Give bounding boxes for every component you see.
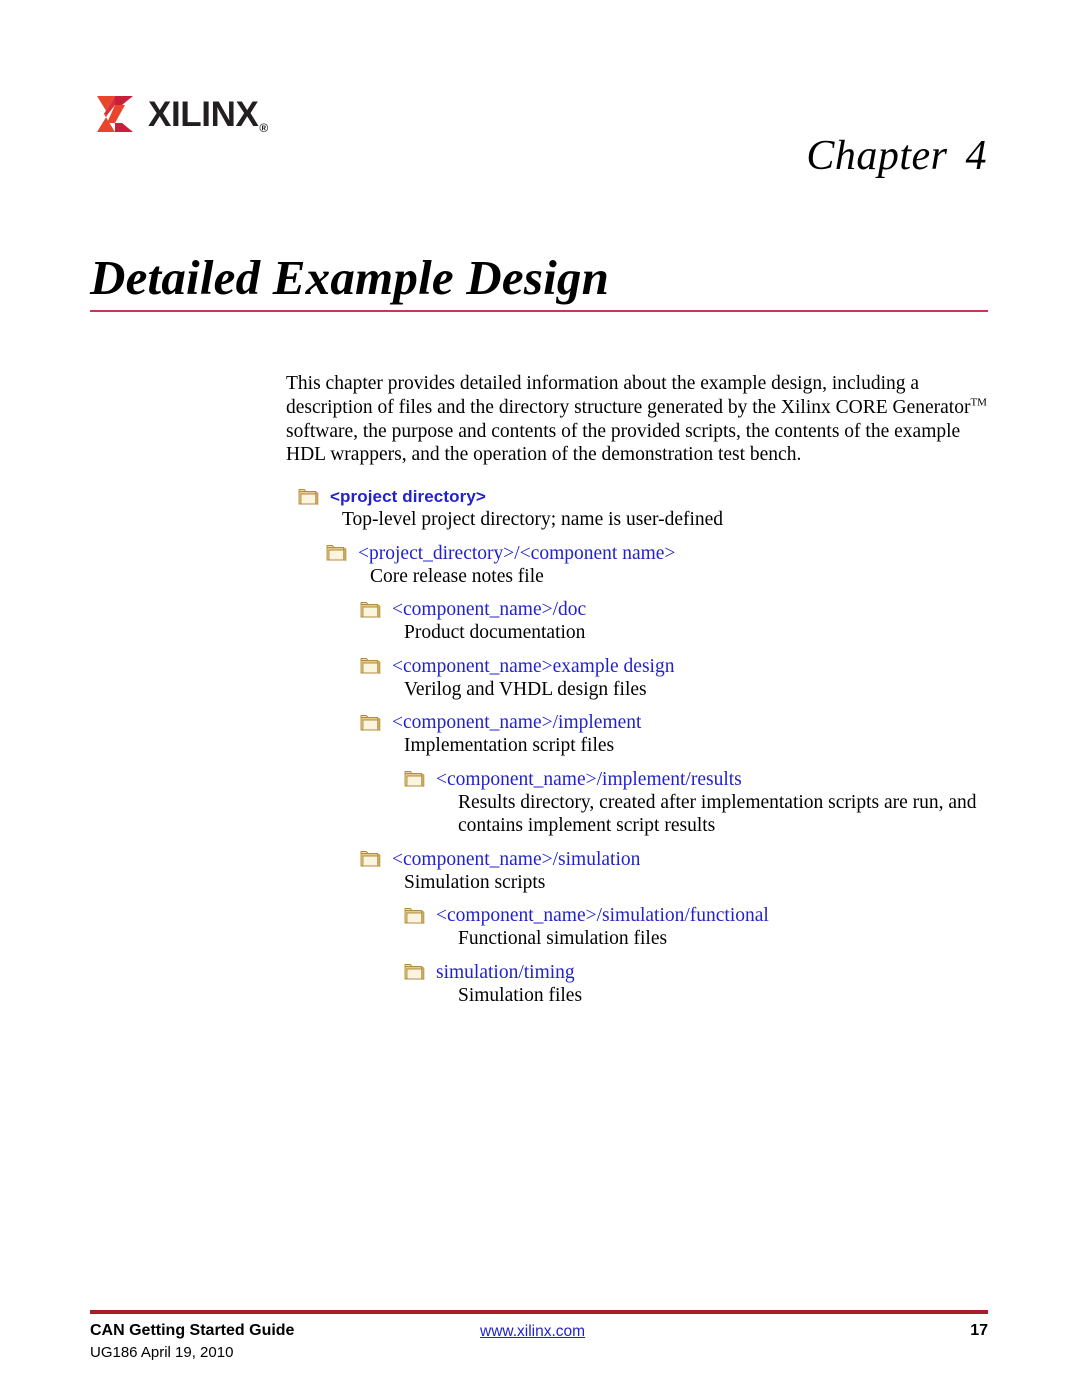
tree-node-description: Verilog and VHDL design files — [404, 678, 647, 700]
tree-node-label[interactable]: <project directory> — [330, 486, 486, 507]
tree-node-label[interactable]: simulation/timing — [436, 962, 575, 983]
tree-node-header: simulation/timing — [404, 962, 1002, 983]
footer-guide-title: CAN Getting Started Guide — [90, 1322, 295, 1339]
tree-node-label[interactable]: <component_name>/implement/results — [436, 769, 742, 790]
folder-icon — [360, 658, 381, 675]
registered-mark: ® — [259, 120, 268, 135]
page-title: Detailed Example Design — [90, 250, 610, 305]
tree-node-label[interactable]: <component_name>/simulation — [392, 849, 640, 870]
tree-node-label[interactable]: <component_name>example design — [392, 656, 674, 677]
title-divider — [90, 309, 988, 312]
folder-icon — [404, 907, 425, 924]
main-content: This chapter provides detailed informati… — [286, 372, 1002, 1018]
xilinx-logo-mark — [97, 96, 133, 132]
footer-page-number: 17 — [970, 1322, 988, 1339]
footer-url-link[interactable]: www.xilinx.com — [480, 1322, 585, 1342]
tree-node-description: Results directory, created after impleme… — [458, 791, 977, 837]
page-header: XILINX® Chapter 4 — [0, 0, 1080, 210]
directory-tree: <project directory> Top-level project di… — [286, 486, 1002, 1007]
tree-node-label[interactable]: <component_name>/doc — [392, 599, 586, 620]
folder-icon — [298, 488, 319, 505]
folder-icon — [326, 545, 347, 562]
tree-node: simulation/timing Simulation files — [404, 962, 1002, 1008]
tree-node: <component_name>/implement/results Resul… — [404, 769, 1002, 838]
chapter-word: Chapter — [806, 133, 948, 179]
tree-node: <component_name>/implement Implementatio… — [360, 712, 1002, 758]
chapter-number: 4 — [965, 133, 987, 179]
tree-node-header: <component_name>/implement — [360, 712, 1002, 733]
tree-node: <project_directory>/<component name> Cor… — [326, 543, 1002, 589]
tree-node-description: Top-level project directory; name is use… — [342, 509, 724, 531]
tree-node-header: <component_name>/implement/results — [404, 769, 1002, 790]
tree-node: <component_name>example design Verilog a… — [360, 656, 1002, 702]
tree-node-description: Core release notes file — [370, 565, 544, 587]
tree-node: <component_name>/simulation/functional F… — [404, 905, 1002, 951]
footer-left-block: CAN Getting Started Guide UG186 April 19… — [90, 1321, 294, 1363]
footer-divider — [90, 1310, 988, 1314]
chapter-label: Chapter 4 — [806, 132, 987, 180]
tree-node-description: Implementation script files — [404, 735, 615, 757]
tree-node-header: <project_directory>/<component name> — [326, 543, 1002, 564]
tree-node-description: Product documentation — [404, 622, 586, 644]
page-footer: CAN Getting Started Guide UG186 April 19… — [90, 1310, 988, 1369]
tree-node-header: <component_name>/simulation — [360, 849, 1002, 870]
intro-paragraph: This chapter provides detailed informati… — [286, 372, 1002, 467]
tree-node-description: Functional simulation files — [458, 928, 668, 950]
folder-icon — [404, 964, 425, 981]
folder-icon — [360, 601, 381, 618]
tree-node-header: <component_name>/simulation/functional — [404, 905, 1002, 926]
footer-row: CAN Getting Started Guide UG186 April 19… — [90, 1321, 988, 1369]
intro-text-part2: software, the purpose and contents of th… — [286, 420, 961, 466]
tree-node-label[interactable]: <project_directory>/<component name> — [358, 543, 675, 564]
tree-node-label[interactable]: <component_name>/simulation/functional — [436, 905, 769, 926]
folder-icon — [404, 771, 425, 788]
tree-node-description: Simulation files — [458, 984, 583, 1006]
folder-icon — [360, 714, 381, 731]
folder-icon — [360, 851, 381, 868]
footer-doc-id: UG186 April 19, 2010 — [90, 1344, 234, 1361]
title-area: Detailed Example Design — [0, 248, 1080, 312]
trademark-symbol: TM — [970, 396, 987, 409]
xilinx-wordmark: XILINX® — [148, 94, 268, 135]
tree-node-header: <project directory> — [298, 486, 1002, 507]
tree-node-description: Simulation scripts — [404, 871, 546, 893]
tree-node-header: <component_name>example design — [360, 656, 1002, 677]
intro-text-part1: This chapter provides detailed informati… — [286, 373, 971, 418]
xilinx-logo: XILINX® — [95, 92, 268, 136]
tree-node-header: <component_name>/doc — [360, 599, 1002, 620]
tree-node: <component_name>/doc Product documentati… — [360, 599, 1002, 645]
tree-node: <component_name>/simulation Simulation s… — [360, 849, 1002, 895]
tree-node-label[interactable]: <component_name>/implement — [392, 712, 641, 733]
xilinx-wordmark-text: XILINX — [148, 94, 259, 134]
tree-node: <project directory> Top-level project di… — [298, 486, 1002, 532]
